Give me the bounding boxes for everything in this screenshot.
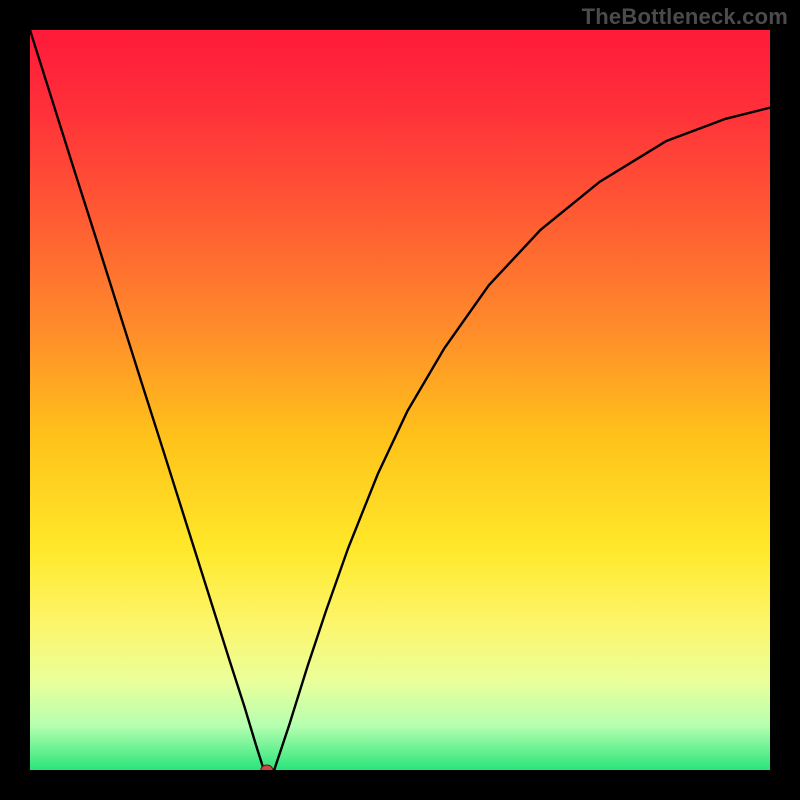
watermark-text: TheBottleneck.com [582,4,788,30]
plot-background [30,30,770,770]
chart-frame: TheBottleneck.com [0,0,800,800]
chart-plot [30,30,770,770]
